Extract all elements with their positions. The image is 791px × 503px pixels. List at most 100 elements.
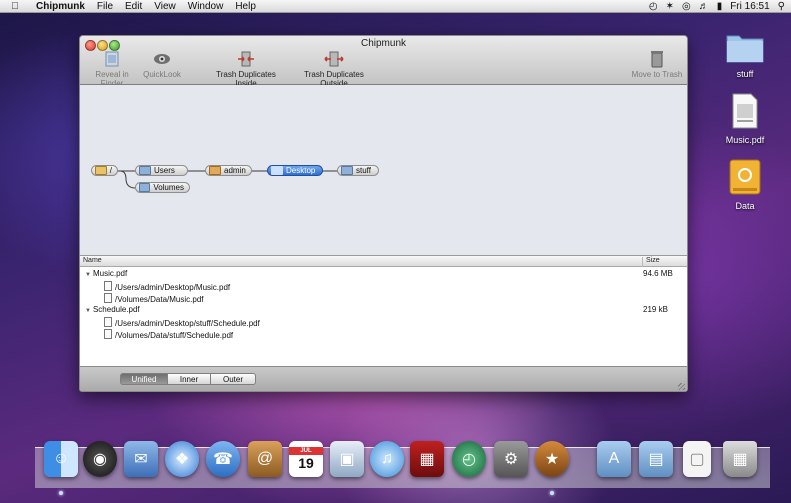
row-name: Music.pdf [92, 269, 128, 278]
trash-inside-icon [238, 51, 254, 67]
desktop-item-data[interactable]: Data [720, 158, 770, 211]
duplicates-list[interactable]: Name Size ▼ Music.pdf 94.6 MB /Users/admi… [80, 256, 687, 366]
dock-dashboard-icon[interactable]: ◉ [83, 441, 117, 477]
desktop-item-label: Data [735, 201, 755, 211]
dock-address-book-icon[interactable]: @ [248, 441, 282, 477]
segment-outer[interactable]: Outer [210, 373, 256, 385]
desktop-item-label: Music.pdf [725, 135, 765, 145]
list-row-path[interactable]: /Volumes/Data/stuff/Schedule.pdf [80, 328, 687, 340]
bluetooth-menu-icon[interactable]: ✶ [666, 1, 674, 12]
wifi-menu-icon[interactable]: ◎ [682, 1, 691, 12]
row-name: Schedule.pdf [92, 305, 140, 314]
dock-document-icon[interactable]: ▢ [683, 441, 711, 477]
folder-icon [271, 166, 283, 175]
battery-menu-icon[interactable]: ▮ [717, 1, 723, 12]
trash-duplicates-outside-button[interactable]: Trash Duplicates Outside [290, 50, 378, 88]
disclosure-triangle-icon[interactable]: ▼ [85, 308, 91, 314]
dock-photo-booth-icon[interactable]: ▦ [410, 441, 444, 477]
pdf-file-icon [104, 281, 112, 291]
menu-help[interactable]: Help [235, 1, 256, 12]
row-size: 219 kB [643, 305, 668, 314]
tree-node-stuff-label: stuff [356, 166, 371, 175]
quicklook-button[interactable]: QuickLook [142, 50, 182, 79]
finder-reveal-icon [105, 51, 119, 67]
dock-preview-icon[interactable]: ▣ [330, 441, 364, 477]
column-size-header[interactable]: Size [642, 257, 660, 267]
segment-inner[interactable]: Inner [167, 373, 211, 385]
menu-extras: ◴ ✶ ◎ ♬ ▮ Fri 16:51 ⚲ [649, 0, 785, 12]
tree-node-desktop-label: Desktop [286, 166, 316, 175]
menu-file[interactable]: File [97, 1, 113, 12]
dock-system-preferences-icon[interactable]: ⚙ [494, 441, 528, 477]
eye-icon [154, 54, 170, 64]
menu-bar:  Chipmunk File Edit View Window Help ◴ … [0, 0, 791, 13]
title-bar[interactable]: Chipmunk Reveal in Finder QuickLook Tras… [80, 36, 687, 88]
menu-view[interactable]: View [154, 1, 176, 12]
row-name: /Users/admin/Desktop/stuff/Schedule.pdf [115, 319, 260, 328]
folder-icon [139, 166, 151, 175]
chipmunk-window: Chipmunk Reveal in Finder QuickLook Tras… [79, 35, 688, 392]
move-to-trash-label: Move to Trash [631, 70, 683, 79]
tree-node-admin[interactable]: admin [205, 165, 252, 176]
tree-node-users-label: Users [154, 166, 175, 175]
bottom-bar: Unified Inner Outer [80, 366, 687, 391]
tree-node-desktop[interactable]: Desktop [267, 165, 323, 176]
desktop-item-stuff[interactable]: stuff [720, 30, 770, 79]
menu-app-name[interactable]: Chipmunk [36, 1, 85, 12]
list-row-group[interactable]: ▼ Schedule.pdf 219 kB [80, 304, 687, 316]
resize-grip[interactable] [678, 383, 685, 390]
tree-node-volumes-label: Volumes [153, 183, 184, 192]
tree-node-stuff[interactable]: stuff [337, 165, 379, 176]
dock-documents-folder-icon[interactable]: ▤ [639, 441, 673, 477]
row-size: 94.6 MB [643, 269, 673, 278]
list-row-path[interactable]: /Volumes/Data/Music.pdf [80, 292, 687, 304]
menu-clock[interactable]: Fri 16:51 [730, 1, 769, 12]
tree-node-root-label: / [109, 166, 112, 175]
menu-window[interactable]: Window [188, 1, 224, 12]
disk-icon [95, 166, 107, 175]
apple-menu-icon[interactable]:  [8, 1, 22, 12]
dock-applications-folder-icon[interactable]: A [597, 441, 631, 477]
pdf-file-icon [104, 317, 112, 327]
tree-node-users[interactable]: Users [135, 165, 188, 176]
dock-safari-icon[interactable]: ❖ [165, 441, 199, 477]
dock-running-indicator [59, 491, 63, 495]
reveal-in-finder-button[interactable]: Reveal in Finder [84, 50, 140, 88]
list-header: Name Size [80, 256, 687, 267]
move-to-trash-button[interactable]: Move to Trash [630, 50, 684, 79]
volume-menu-icon[interactable]: ♬ [699, 1, 709, 12]
list-row-group[interactable]: ▼ Music.pdf 94.6 MB [80, 268, 687, 280]
timemachine-menu-icon[interactable]: ◴ [649, 1, 658, 12]
dock-ichat-icon[interactable]: ☎ [206, 441, 240, 477]
pdf-file-icon [104, 293, 112, 303]
menu-edit[interactable]: Edit [125, 1, 142, 12]
segment-unified[interactable]: Unified [120, 373, 168, 385]
dock-time-machine-icon[interactable]: ◴ [452, 441, 486, 477]
trash-can-icon [651, 51, 663, 68]
trash-duplicates-inside-button[interactable]: Trash Duplicates Inside [206, 50, 286, 88]
window-title: Chipmunk [360, 38, 407, 49]
ical-month: JUL [289, 447, 323, 455]
desktop-item-label: stuff [736, 69, 754, 79]
home-icon [209, 166, 221, 175]
dock-trash-icon[interactable]: ▦ [723, 441, 757, 477]
dock-running-indicator [550, 491, 554, 495]
dock-ical-icon[interactable]: JUL 19 [289, 441, 323, 477]
column-name-header[interactable]: Name [83, 257, 102, 264]
folder-icon [139, 183, 151, 192]
tree-node-admin-label: admin [224, 166, 246, 175]
folder-icon [341, 166, 353, 175]
spotlight-icon[interactable]: ⚲ [778, 1, 785, 12]
dock-finder-icon[interactable]: ☺ [44, 441, 78, 477]
dock-chipmunk-icon[interactable]: ★ [535, 441, 569, 477]
list-row-path[interactable]: /Users/admin/Desktop/stuff/Schedule.pdf [80, 316, 687, 328]
tree-node-root[interactable]: / [91, 165, 118, 176]
disclosure-triangle-icon[interactable]: ▼ [85, 272, 91, 278]
tree-node-volumes[interactable]: Volumes [135, 182, 190, 193]
desktop-item-music-pdf[interactable]: Music.pdf [720, 92, 770, 145]
dock-mail-icon[interactable]: ✉ [124, 441, 158, 477]
list-row-path[interactable]: /Users/admin/Desktop/Music.pdf [80, 280, 687, 292]
external-drive-icon [729, 159, 761, 195]
folder-icon [726, 35, 764, 63]
dock-itunes-icon[interactable]: ♫ [370, 441, 404, 477]
